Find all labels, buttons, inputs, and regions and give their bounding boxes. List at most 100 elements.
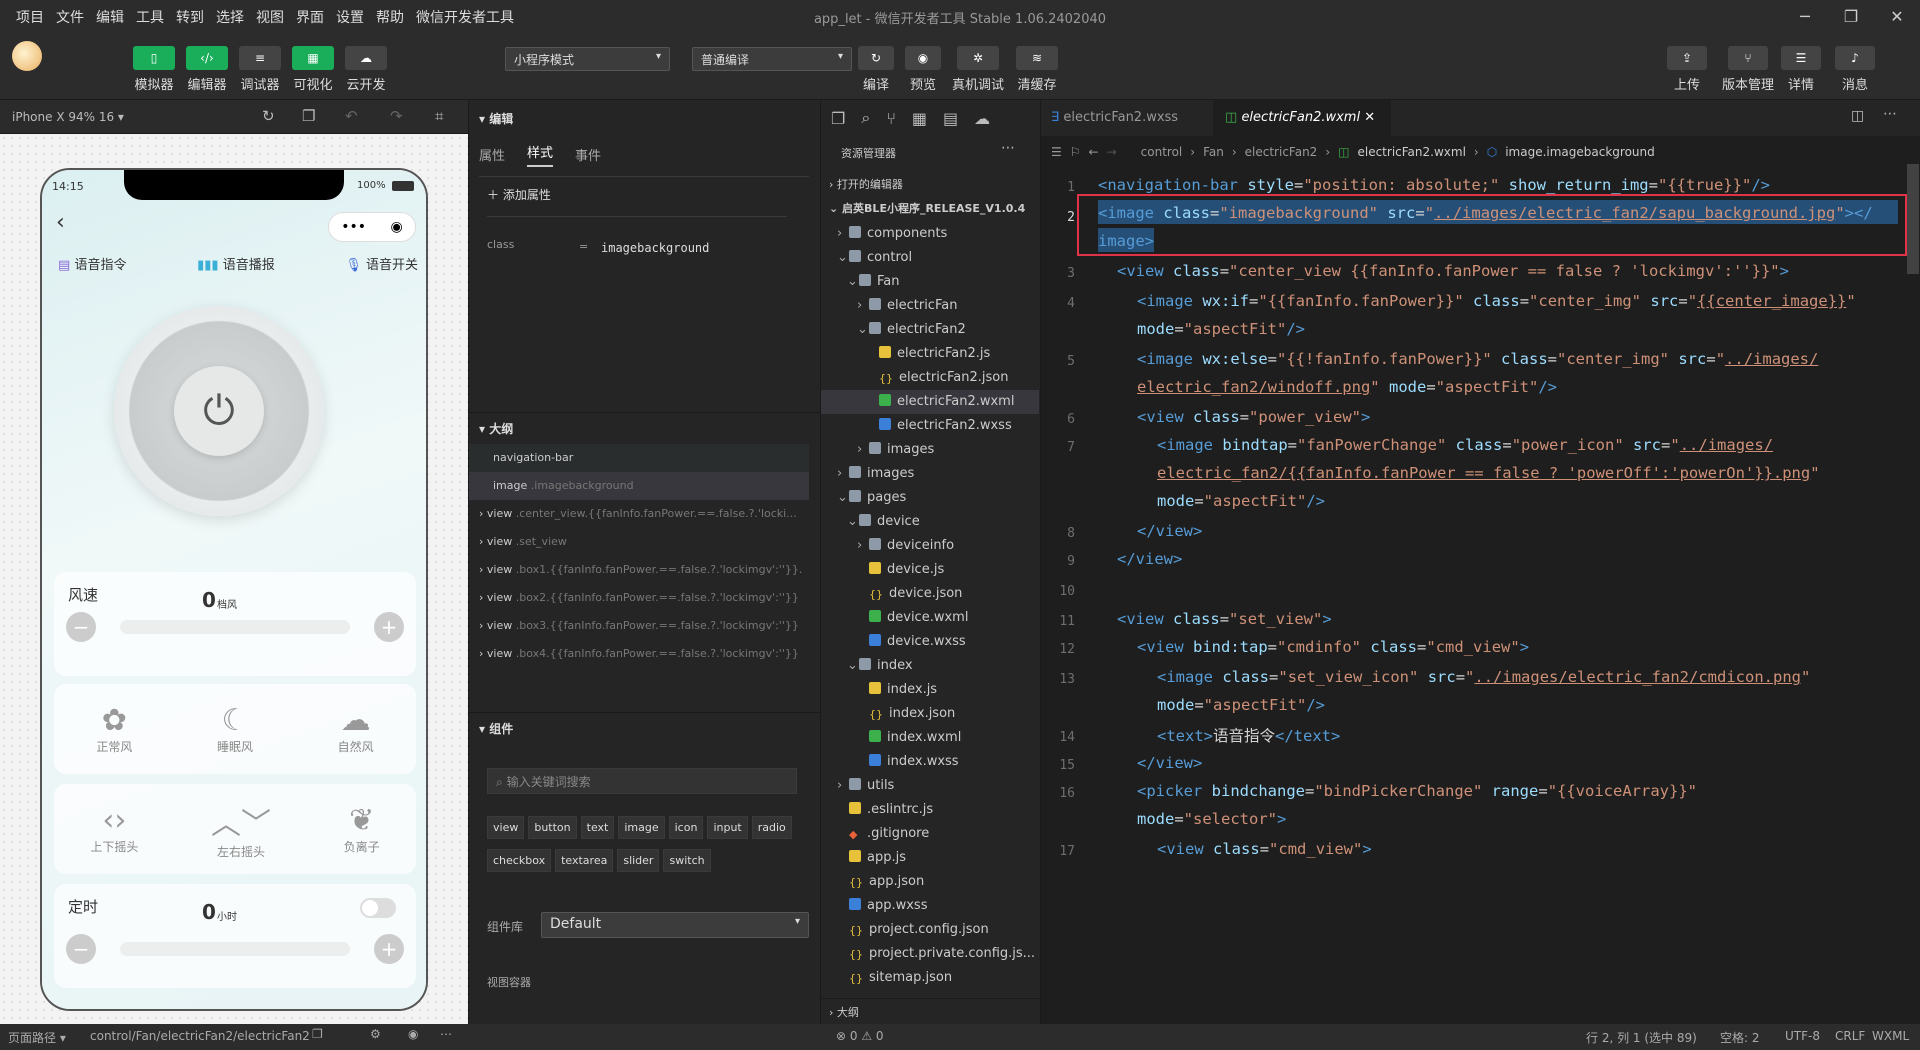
speed-plus-button[interactable]: + — [374, 612, 404, 642]
tree-file[interactable]: app.wxss — [821, 894, 1039, 918]
more-actions-icon[interactable]: ⋯ — [1883, 106, 1897, 122]
component-chip[interactable]: switch — [663, 849, 711, 872]
mode-horizontal-swing[interactable]: ︿﹀ 左右摇头 — [211, 799, 271, 860]
outline-item[interactable]: navigation-bar — [469, 444, 809, 472]
tree-folder[interactable]: › electricFan — [821, 294, 1039, 318]
tree-folder[interactable]: › deviceinfo — [821, 534, 1039, 558]
redo-icon[interactable]: ↷ — [390, 107, 403, 125]
clear-cache-button[interactable]: ≋ 清缓存 — [1016, 46, 1058, 93]
copy-icon[interactable]: ❐ — [302, 107, 315, 125]
problems-indicator[interactable]: ⊗ 0 ⚠ 0 — [836, 1029, 884, 1043]
tree-file[interactable]: index.wxml — [821, 726, 1039, 750]
encoding[interactable]: UTF-8 — [1785, 1029, 1820, 1043]
component-search-input[interactable]: ⌕ 输入关键词搜索 — [487, 768, 797, 794]
mode-anion[interactable]: ❦ 负离子 — [344, 803, 380, 855]
menu-item[interactable]: 帮助 — [370, 7, 410, 27]
debug-icon[interactable]: ▤ — [943, 109, 958, 128]
tree-file[interactable]: .eslintrc.js — [821, 798, 1039, 822]
simulator-button[interactable]: ▯ 模拟器 — [133, 46, 175, 93]
search-icon[interactable]: ⌕ — [861, 108, 870, 128]
outline-item[interactable]: › view .center_view.{{fanInfo.fanPower.=… — [469, 500, 809, 528]
tree-file[interactable]: electricFan2.wxml — [821, 390, 1039, 414]
version-button[interactable]: ⑂ 版本管理 — [1722, 46, 1774, 93]
language-mode[interactable]: WXML — [1872, 1029, 1909, 1043]
cursor-position[interactable]: 行 2, 列 1 (选中 89) — [1586, 1029, 1697, 1046]
timer-toggle[interactable] — [360, 898, 396, 918]
tree-file[interactable]: {} project.private.config.js... — [821, 942, 1039, 966]
bookmark-icon[interactable]: ⚐ — [1070, 145, 1081, 159]
menu-item[interactable]: 设置 — [330, 7, 370, 27]
tree-folder[interactable]: ⌄ Fan — [821, 270, 1039, 294]
minimize-icon[interactable]: ─ — [1782, 0, 1828, 34]
power-icon[interactable]: ⏻ — [174, 366, 264, 456]
component-chip[interactable]: button — [528, 816, 577, 839]
visual-button[interactable]: ▦ 可视化 — [292, 46, 334, 93]
git-icon[interactable]: ⑂ — [886, 109, 896, 128]
cloud-button[interactable]: ☁ 云开发 — [345, 46, 387, 93]
close-tab-icon[interactable]: ✕ — [1364, 110, 1375, 125]
timer-plus-button[interactable]: + — [374, 934, 404, 964]
components-section-header[interactable]: ▾ 组件 — [479, 720, 513, 737]
tree-file[interactable]: device.js — [821, 558, 1039, 582]
voice-command[interactable]: ▤ 语音指令 — [58, 254, 126, 273]
tree-folder[interactable]: ⌄ index — [821, 654, 1039, 678]
tab-styles[interactable]: 样式 — [527, 142, 554, 167]
capsule-menu[interactable]: ••• ◉ — [328, 212, 416, 242]
more-icon[interactable]: ••• — [341, 219, 366, 235]
indentation[interactable]: 空格: 2 — [1720, 1029, 1760, 1046]
eye-icon[interactable]: ◉ — [408, 1027, 418, 1041]
crop-icon[interactable]: ⌗ — [435, 107, 443, 125]
mode-natural[interactable]: ☁ 自然风 — [338, 703, 374, 755]
tree-folder[interactable]: › images — [821, 438, 1039, 462]
component-chip[interactable]: image — [618, 816, 665, 839]
more-icon[interactable]: ⋯ — [1001, 140, 1015, 156]
copy-icon[interactable]: ❐ — [312, 1027, 323, 1041]
tab-events[interactable]: 事件 — [575, 145, 601, 164]
menu-item[interactable]: 界面 — [290, 7, 330, 27]
outline-section-header[interactable]: ▾ 大纲 — [479, 420, 513, 437]
outline-item[interactable]: › view .box4.{{fanInfo.fanPower.==.false… — [469, 640, 809, 668]
tree-file[interactable]: device.wxml — [821, 606, 1039, 630]
more-icon[interactable]: ⋯ — [440, 1027, 452, 1041]
menu-item[interactable]: 选择 — [210, 7, 250, 27]
tree-file[interactable]: index.wxss — [821, 750, 1039, 774]
outline-item[interactable]: › view .box2.{{fanInfo.fanPower.==.false… — [469, 584, 809, 612]
upload-button[interactable]: ⇪ 上传 — [1667, 46, 1707, 93]
tree-folder[interactable]: ⌄ control — [821, 246, 1039, 270]
tree-folder[interactable]: › images — [821, 462, 1039, 486]
extensions-icon[interactable]: ▦ — [912, 109, 927, 128]
compile-select[interactable]: 普通编译 — [692, 47, 852, 71]
add-attribute-button[interactable]: ＋ 添加属性 — [487, 186, 551, 203]
tree-file[interactable]: {} device.json — [821, 582, 1039, 606]
open-editors-header[interactable]: › 打开的编辑器 — [829, 176, 903, 192]
tree-folder[interactable]: ⌄ electricFan2 — [821, 318, 1039, 342]
outline-item[interactable]: › view .box3.{{fanInfo.fanPower.==.false… — [469, 612, 809, 640]
outline-panel-header[interactable]: › 大纲 — [829, 1004, 859, 1020]
edit-section-header[interactable]: ▾ 编辑 — [479, 110, 513, 127]
tree-file[interactable]: app.js — [821, 846, 1039, 870]
breadcrumb-item[interactable]: control — [1141, 145, 1183, 159]
breadcrumb-item[interactable]: electricFan2.wxml — [1357, 145, 1465, 159]
tree-file[interactable]: device.wxss — [821, 630, 1039, 654]
component-chip[interactable]: icon — [668, 816, 704, 839]
tree-file[interactable]: electricFan2.js — [821, 342, 1039, 366]
component-chip[interactable]: slider — [617, 849, 660, 872]
compile-button[interactable]: ↻ 编译 — [858, 46, 894, 93]
details-button[interactable]: ☰ 详情 — [1781, 46, 1821, 93]
cloud-icon[interactable]: ☁ — [974, 109, 990, 128]
debugger-button[interactable]: ≡ 调试器 — [239, 46, 281, 93]
breadcrumb-item[interactable]: electricFan2 — [1245, 145, 1318, 159]
menu-item[interactable]: 微信开发者工具 — [410, 7, 520, 27]
editor-scrollbar[interactable] — [1907, 164, 1919, 274]
tree-file[interactable]: {} app.json — [821, 870, 1039, 894]
menu-item[interactable]: 项目 — [10, 7, 50, 27]
menu-item[interactable]: 视图 — [250, 7, 290, 27]
close-icon[interactable]: ✕ — [1874, 0, 1920, 34]
component-lib-select[interactable]: Default — [541, 912, 809, 938]
mode-vertical-swing[interactable]: ‹› 上下摇头 — [90, 803, 138, 855]
component-chip[interactable]: view — [487, 816, 525, 839]
back-icon[interactable]: ‹ — [56, 210, 65, 235]
forward-icon[interactable]: → — [1107, 145, 1117, 159]
code-area[interactable]: 1 <navigation-bar style="position: absol… — [1041, 164, 1920, 1024]
tab-wxml[interactable]: ◫ electricFan2.wxml ✕ — [1213, 100, 1391, 136]
